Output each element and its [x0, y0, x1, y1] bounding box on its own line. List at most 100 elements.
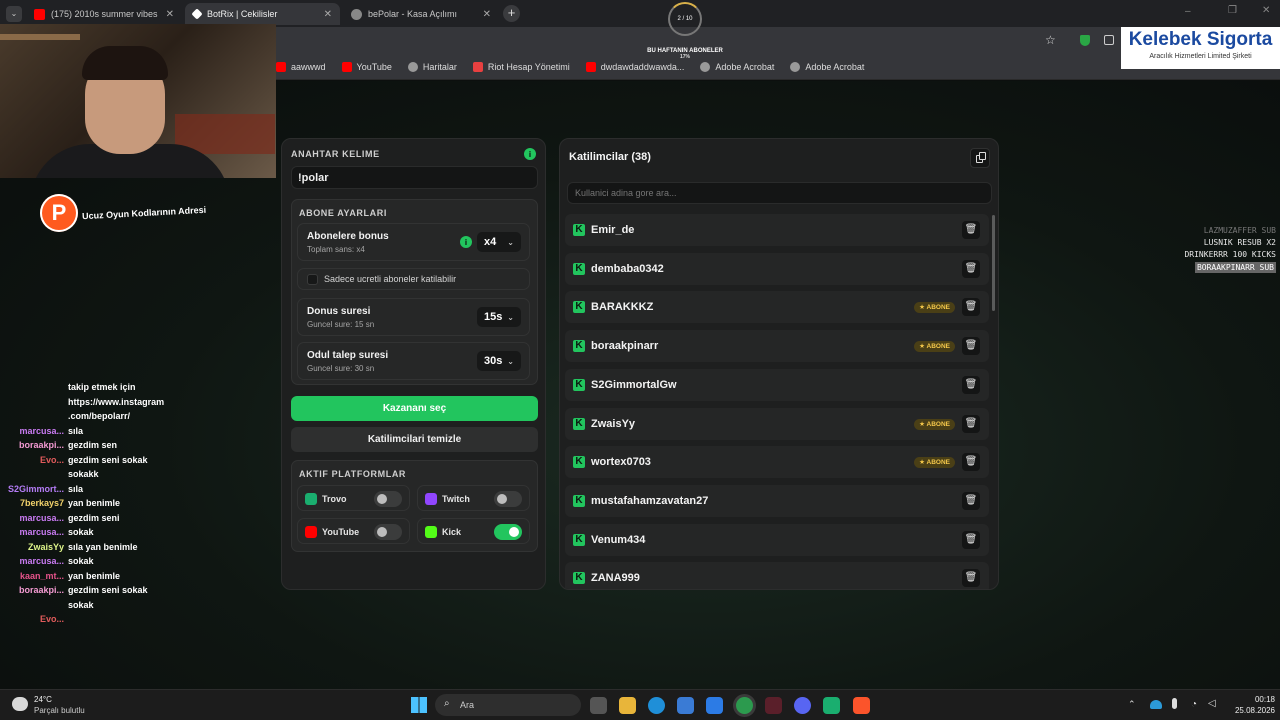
minimize-button[interactable]: –	[1185, 6, 1191, 17]
bonus-dropdown[interactable]: x4 ⌄	[477, 232, 521, 252]
trash-icon[interactable]: 🗑	[962, 569, 980, 588]
trash-icon[interactable]: 🗑	[962, 221, 980, 239]
bookmark-item[interactable]: aawwwd	[276, 61, 326, 72]
bookmark-item[interactable]: Riot Hesap Yönetimi	[472, 61, 570, 72]
chat-message: marcusa... sokak	[4, 554, 276, 569]
trash-icon[interactable]: 🗑	[962, 375, 980, 394]
mail-icon[interactable]	[706, 697, 723, 714]
close-icon[interactable]: ✕	[166, 9, 174, 20]
wifi-icon[interactable]: ◔	[1191, 699, 1197, 710]
participant-name: BARAKKKZ	[591, 301, 654, 314]
tab-title: bePolar - Kasa Açılımı	[368, 9, 458, 19]
paid-only-row[interactable]: Sadece ucretli aboneler katilabilir	[297, 268, 530, 290]
globe-icon	[790, 61, 801, 72]
weather-temp: 24°C	[34, 695, 52, 704]
chat-text: sıla	[68, 483, 84, 494]
task-view-icon[interactable]	[590, 697, 607, 714]
bookmark-item[interactable]: dwdawdaddwawda...	[585, 61, 684, 72]
discord-icon[interactable]	[794, 697, 811, 714]
chat-message: marcusa... sıla	[4, 424, 276, 439]
tab-botrix[interactable]: BotRix | Cekilisler ✕	[185, 3, 340, 25]
participants-title: Katilimcilar (38)	[569, 151, 651, 163]
bookmark-item[interactable]: Haritalar	[407, 61, 457, 72]
edge-icon[interactable]	[648, 697, 665, 714]
tab-youtube[interactable]: (175) 2010s summer vibes mix ✕	[26, 3, 182, 25]
taskbar-search[interactable]: ⌕ Ara	[435, 694, 581, 716]
paid-only-checkbox[interactable]	[307, 274, 318, 285]
app-icon[interactable]	[823, 697, 840, 714]
extension-icon[interactable]	[1104, 35, 1114, 45]
trash-icon[interactable]: 🗑	[962, 337, 980, 356]
claim-duration-dropdown[interactable]: 30s ⌄	[477, 351, 521, 371]
trash-icon[interactable]: 🗑	[962, 414, 980, 433]
chat-text: takip etmek için	[68, 382, 136, 392]
chrome-icon[interactable]	[736, 697, 753, 714]
chat-text: https://www.instagram	[68, 396, 165, 407]
participant-name: dembaba0342	[591, 262, 664, 275]
platform-twitch: Twitch	[417, 485, 530, 511]
chat-username	[4, 598, 64, 613]
trash-icon[interactable]: 🗑	[962, 453, 980, 472]
trash-icon[interactable]: 🗑	[962, 259, 980, 278]
keyword-input[interactable]: !polar	[291, 166, 538, 189]
maximize-button[interactable]: ❐	[1228, 5, 1237, 16]
star-icon[interactable]: ☆	[1045, 33, 1056, 47]
close-icon[interactable]: ✕	[324, 9, 332, 20]
sponsor-subtitle: Aracılık Hizmetleri Limited Şirketi	[1149, 53, 1252, 60]
kick-toggle[interactable]	[494, 524, 522, 540]
kick-icon: K	[573, 262, 585, 275]
scrollbar[interactable]	[992, 215, 995, 311]
clock-time[interactable]: 00:18	[1229, 695, 1275, 704]
new-tab-button[interactable]: +	[503, 5, 520, 22]
kick-icon: K	[573, 417, 585, 430]
store-icon[interactable]	[677, 697, 694, 714]
trash-icon[interactable]: 🗑	[962, 298, 980, 317]
browser-tab-bar: ⌄ (175) 2010s summer vibes mix ✕ BotRix …	[0, 0, 1280, 27]
bookmark-item[interactable]: YouTube	[341, 61, 392, 72]
weather-icon[interactable]	[12, 697, 28, 711]
volume-icon[interactable]: ◁	[1208, 698, 1216, 709]
trash-icon[interactable]: 🗑	[962, 491, 980, 510]
info-icon[interactable]: i	[460, 236, 472, 248]
chevron-up-icon[interactable]: ⌃	[1128, 699, 1136, 710]
youtube-toggle[interactable]	[374, 524, 402, 540]
shield-icon[interactable]	[1080, 35, 1090, 46]
chat-text: gezdim seni	[68, 512, 120, 523]
brave-icon[interactable]	[853, 697, 870, 714]
file-explorer-icon[interactable]	[619, 697, 636, 714]
trash-icon[interactable]: 🗑	[962, 530, 980, 549]
spin-duration-dropdown[interactable]: 15s ⌄	[477, 307, 521, 327]
clear-participants-button[interactable]: Katilimcilari temizle	[291, 427, 538, 452]
chat-username: marcusa...	[19, 527, 64, 537]
chat-username	[4, 380, 64, 395]
trovo-toggle[interactable]	[374, 491, 402, 507]
participant-row: Kdembaba0342 🗑	[565, 252, 989, 285]
platform-trovo: Trovo	[297, 485, 410, 511]
chat-username: Evo...	[39, 614, 64, 624]
subscriber-badge: ★ ABONE	[914, 302, 955, 314]
tab-list-menu-button[interactable]: ⌄	[6, 6, 22, 22]
clock-date[interactable]: 25.08.2026	[1221, 706, 1275, 715]
chat-message: marcusa... sokak	[4, 525, 276, 540]
sponsor-name: Kelebek Sigorta	[1128, 29, 1273, 50]
close-icon[interactable]: ✕	[483, 9, 491, 20]
tab-bepolar[interactable]: bePolar - Kasa Açılımı ✕	[343, 3, 499, 25]
app-icon[interactable]	[765, 697, 782, 714]
participant-search-input[interactable]	[567, 182, 992, 204]
participant-row: K Venum434 🗑	[565, 523, 989, 556]
network-icon[interactable]	[1150, 700, 1162, 709]
youtube-icon	[585, 61, 596, 72]
mic-icon[interactable]	[1172, 698, 1177, 709]
bookmark-item[interactable]: Adobe Acrobat	[790, 61, 864, 72]
start-icon[interactable]	[411, 697, 427, 713]
pick-winner-button[interactable]: Kazananı seç	[291, 396, 538, 421]
subscriber-badge: ★ ABONE	[914, 457, 955, 469]
info-icon[interactable]: i	[524, 148, 536, 160]
bookmark-item[interactable]: Adobe Acrobat	[700, 61, 774, 72]
keyword-label: ANAHTAR KELIME	[291, 149, 380, 159]
copy-icon[interactable]	[970, 148, 990, 168]
youtube-icon	[34, 8, 45, 20]
twitch-toggle[interactable]	[494, 491, 522, 507]
chat-message: marcusa... gezdim seni	[4, 511, 276, 526]
close-window-button[interactable]: ✕	[1262, 5, 1270, 16]
